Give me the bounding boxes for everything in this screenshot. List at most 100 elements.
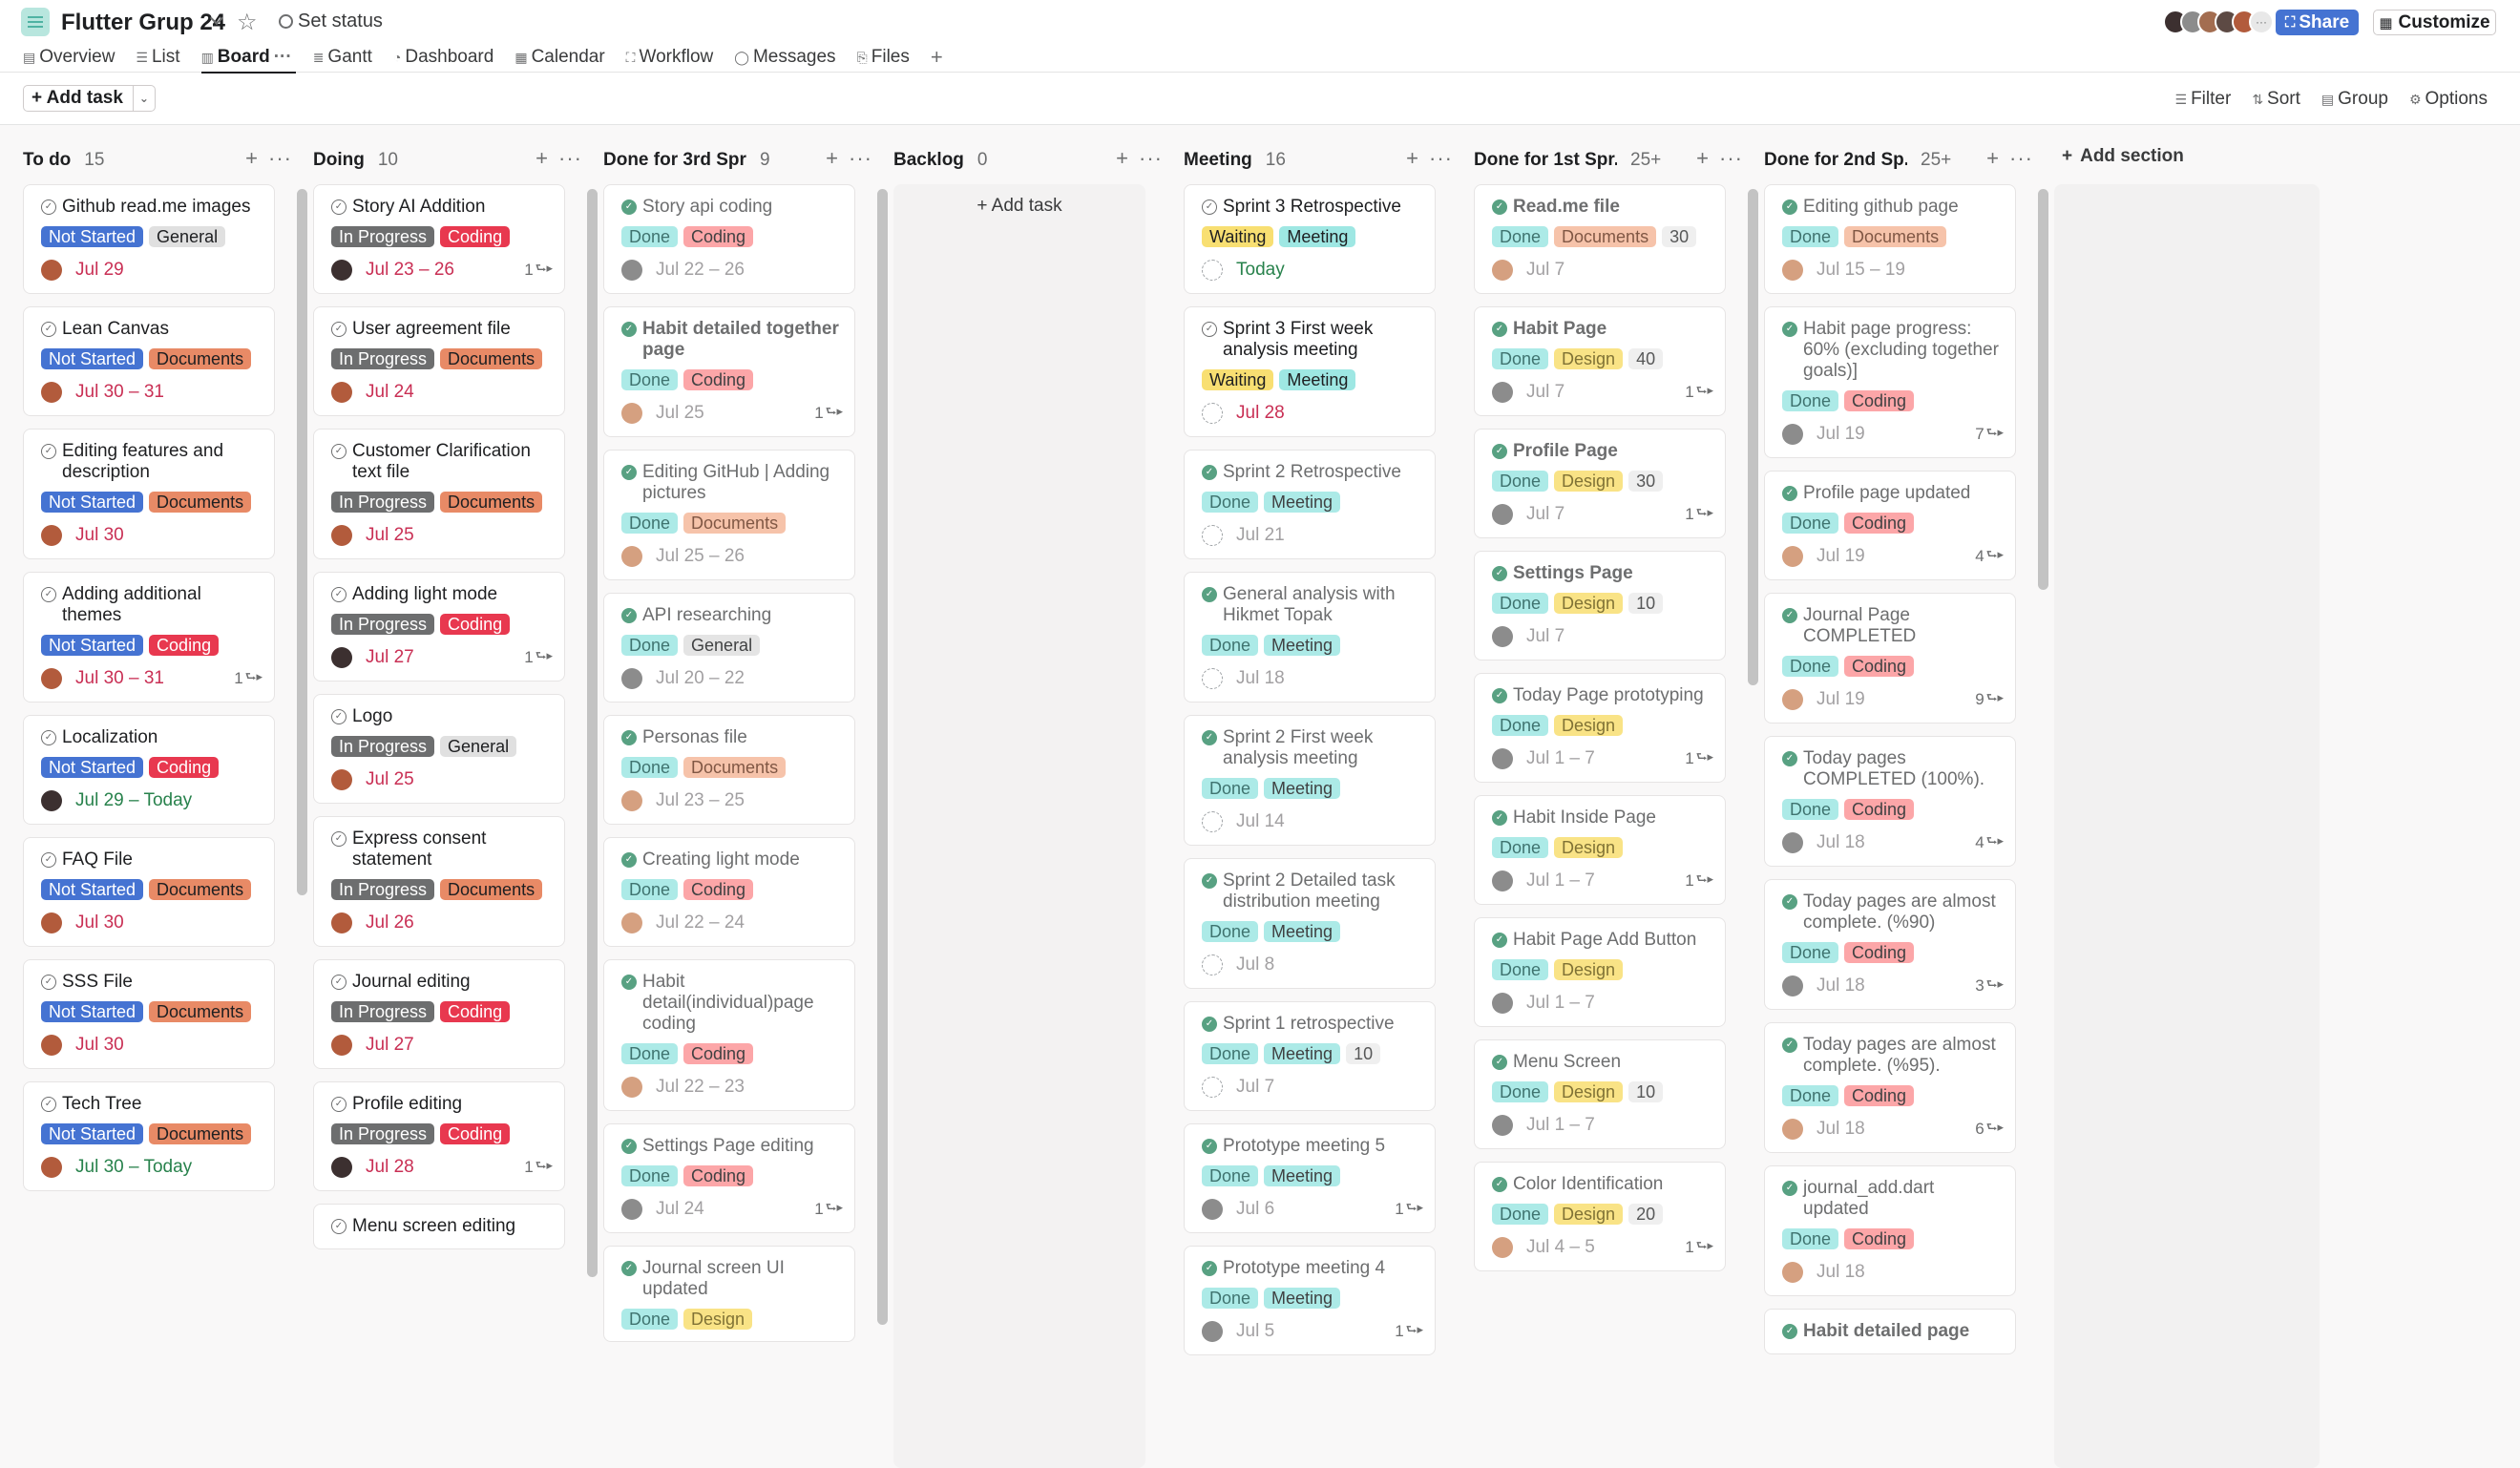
- due-date[interactable]: Jul 30 – Today: [75, 1157, 192, 1178]
- due-date[interactable]: Jul 30: [75, 912, 124, 933]
- avatar[interactable]: [621, 668, 642, 689]
- add-task-label[interactable]: + Add task: [24, 86, 134, 111]
- column-scrollbar[interactable]: [1748, 189, 1758, 685]
- add-section-button[interactable]: + Add section: [2062, 146, 2184, 167]
- subtask-count[interactable]: 3 ⮑▸: [1975, 975, 2004, 996]
- due-date[interactable]: Jul 23 – 26: [366, 260, 454, 281]
- due-date[interactable]: Jul 27: [366, 647, 414, 668]
- due-date[interactable]: Jul 6: [1236, 1199, 1274, 1220]
- avatar[interactable]: [331, 1157, 352, 1178]
- avatar[interactable]: [331, 769, 352, 790]
- check-circle-icon[interactable]: ✓: [1202, 322, 1217, 337]
- due-date[interactable]: Jul 1 – 7: [1526, 993, 1595, 1014]
- task-card[interactable]: ✓ Lean Canvas Not Started Documents Jul 30 –…: [23, 306, 275, 416]
- completed-check-icon[interactable]: ✓: [621, 975, 637, 990]
- column-title[interactable]: Doing: [313, 150, 365, 171]
- avatar[interactable]: [1492, 626, 1513, 647]
- completed-check-icon[interactable]: ✓: [621, 465, 637, 480]
- due-date[interactable]: Today: [1236, 260, 1285, 281]
- check-circle-icon[interactable]: ✓: [331, 975, 346, 990]
- completed-check-icon[interactable]: ✓: [1492, 444, 1507, 459]
- task-card[interactable]: ✓ Prototype meeting 5 Done Meeting Jul 6 1 ⮑▸: [1184, 1123, 1436, 1233]
- completed-check-icon[interactable]: ✓: [1492, 1177, 1507, 1192]
- check-circle-icon[interactable]: ✓: [41, 444, 56, 459]
- tab-messages[interactable]: ◯ Messages: [734, 44, 835, 71]
- tab-workflow[interactable]: ⛶ Workflow: [626, 44, 714, 71]
- completed-check-icon[interactable]: ✓: [1202, 730, 1217, 745]
- due-date[interactable]: Jul 19: [1816, 546, 1865, 567]
- completed-check-icon[interactable]: ✓: [1202, 1139, 1217, 1154]
- subtask-count[interactable]: 1 ⮑▸: [1685, 748, 1713, 769]
- due-date[interactable]: Jul 22 – 26: [656, 260, 745, 281]
- column-header[interactable]: Backlog 0 + ···: [893, 146, 1163, 175]
- task-card[interactable]: ✓ API researching Done General Jul 20 – 22: [603, 593, 855, 703]
- task-card[interactable]: ✓ Journal Page COMPLETED Done Coding Jul 19 9…: [1764, 593, 2016, 724]
- task-card[interactable]: ✓ Sprint 3 Retrospective Waiting Meeting Tod…: [1184, 184, 1436, 294]
- task-card[interactable]: ✓ Habit detailed page: [1764, 1309, 2016, 1354]
- due-date[interactable]: Jul 23 – 25: [656, 790, 745, 811]
- avatar[interactable]: [41, 525, 62, 546]
- avatar[interactable]: [1782, 1119, 1803, 1140]
- avatar[interactable]: [1782, 424, 1803, 445]
- plus-icon[interactable]: +: [245, 146, 258, 171]
- star-icon[interactable]: ☆: [237, 9, 258, 36]
- subtask-count[interactable]: 1 ⮑▸: [814, 403, 843, 424]
- plus-icon[interactable]: +: [1116, 146, 1128, 171]
- due-date[interactable]: Jul 25: [366, 769, 414, 790]
- column-title[interactable]: Meeting: [1184, 150, 1252, 171]
- avatar[interactable]: [1782, 689, 1803, 710]
- due-date[interactable]: Jul 18: [1816, 1119, 1865, 1140]
- completed-check-icon[interactable]: ✓: [621, 608, 637, 623]
- completed-check-icon[interactable]: ✓: [1492, 933, 1507, 948]
- completed-check-icon[interactable]: ✓: [1202, 1017, 1217, 1032]
- subtask-count[interactable]: 9 ⮑▸: [1975, 689, 2004, 710]
- due-date[interactable]: Jul 1 – 7: [1526, 748, 1595, 769]
- task-card[interactable]: ✓ Journal editing In Progress Coding Jul 27: [313, 959, 565, 1069]
- check-circle-icon[interactable]: ✓: [331, 1219, 346, 1234]
- task-card[interactable]: ✓ Habit Inside Page Done Design Jul 1 – 7 1 ⮑▸: [1474, 795, 1726, 905]
- due-date[interactable]: Jul 19: [1816, 424, 1865, 445]
- project-title[interactable]: Flutter Grup 24: [61, 10, 225, 36]
- add-tab-plus-icon[interactable]: +: [931, 44, 943, 71]
- due-date[interactable]: Jul 20 – 22: [656, 668, 745, 689]
- plus-icon[interactable]: +: [1986, 146, 1999, 171]
- subtask-count[interactable]: 1 ⮑▸: [524, 1157, 553, 1178]
- column-header[interactable]: Done for 1st Spr... 25+ + ···: [1474, 146, 1743, 175]
- completed-check-icon[interactable]: ✓: [1202, 465, 1217, 480]
- subtask-count[interactable]: 1 ⮑▸: [1685, 870, 1713, 891]
- completed-check-icon[interactable]: ✓: [621, 199, 637, 215]
- member-avatars[interactable]: ···: [2163, 10, 2274, 36]
- completed-check-icon[interactable]: ✓: [1492, 1055, 1507, 1070]
- task-card[interactable]: ✓ Tech Tree Not Started Documents Jul 30 – T…: [23, 1081, 275, 1191]
- task-card[interactable]: ✓ Settings Page Done Design 10 Jul 7: [1474, 551, 1726, 661]
- unassigned-avatar-icon[interactable]: [1202, 811, 1223, 832]
- check-circle-icon[interactable]: ✓: [331, 199, 346, 215]
- customize-button[interactable]: ▦ Customize: [2373, 10, 2496, 35]
- task-card[interactable]: ✓ Adding light mode In Progress Coding Jul 2…: [313, 572, 565, 682]
- due-date[interactable]: Jul 7: [1526, 382, 1564, 403]
- completed-check-icon[interactable]: ✓: [1492, 688, 1507, 703]
- subtask-count[interactable]: 7 ⮑▸: [1975, 424, 2004, 445]
- completed-check-icon[interactable]: ✓: [1492, 199, 1507, 215]
- avatar[interactable]: [331, 1035, 352, 1056]
- unassigned-avatar-icon[interactable]: [1202, 403, 1223, 424]
- due-date[interactable]: Jul 1 – 7: [1526, 870, 1595, 891]
- due-date[interactable]: Jul 5: [1236, 1321, 1274, 1342]
- completed-check-icon[interactable]: ✓: [1782, 322, 1797, 337]
- avatar[interactable]: [41, 260, 62, 281]
- task-card[interactable]: ✓ Localization Not Started Coding Jul 29 – T…: [23, 715, 275, 825]
- group-button[interactable]: ▤ Group: [2321, 89, 2388, 110]
- tab-files[interactable]: ⎘ Files: [857, 44, 910, 71]
- completed-check-icon[interactable]: ✓: [1782, 1038, 1797, 1053]
- task-card[interactable]: ✓ Habit Page Add Button Done Design Jul 1 – …: [1474, 917, 1726, 1027]
- tab-overview[interactable]: ▤ Overview: [23, 44, 115, 71]
- due-date[interactable]: Jul 28: [1236, 403, 1285, 424]
- subtask-count[interactable]: 4 ⮑▸: [1975, 832, 2004, 853]
- due-date[interactable]: Jul 7: [1236, 1077, 1274, 1098]
- check-circle-icon[interactable]: ✓: [331, 1097, 346, 1112]
- subtask-count[interactable]: 1 ⮑▸: [1395, 1321, 1423, 1342]
- completed-check-icon[interactable]: ✓: [621, 322, 637, 337]
- chevron-down-icon[interactable]: ⌄: [134, 86, 155, 111]
- sort-button[interactable]: ⇅ Sort: [2252, 89, 2300, 110]
- unassigned-avatar-icon[interactable]: [1202, 1077, 1223, 1098]
